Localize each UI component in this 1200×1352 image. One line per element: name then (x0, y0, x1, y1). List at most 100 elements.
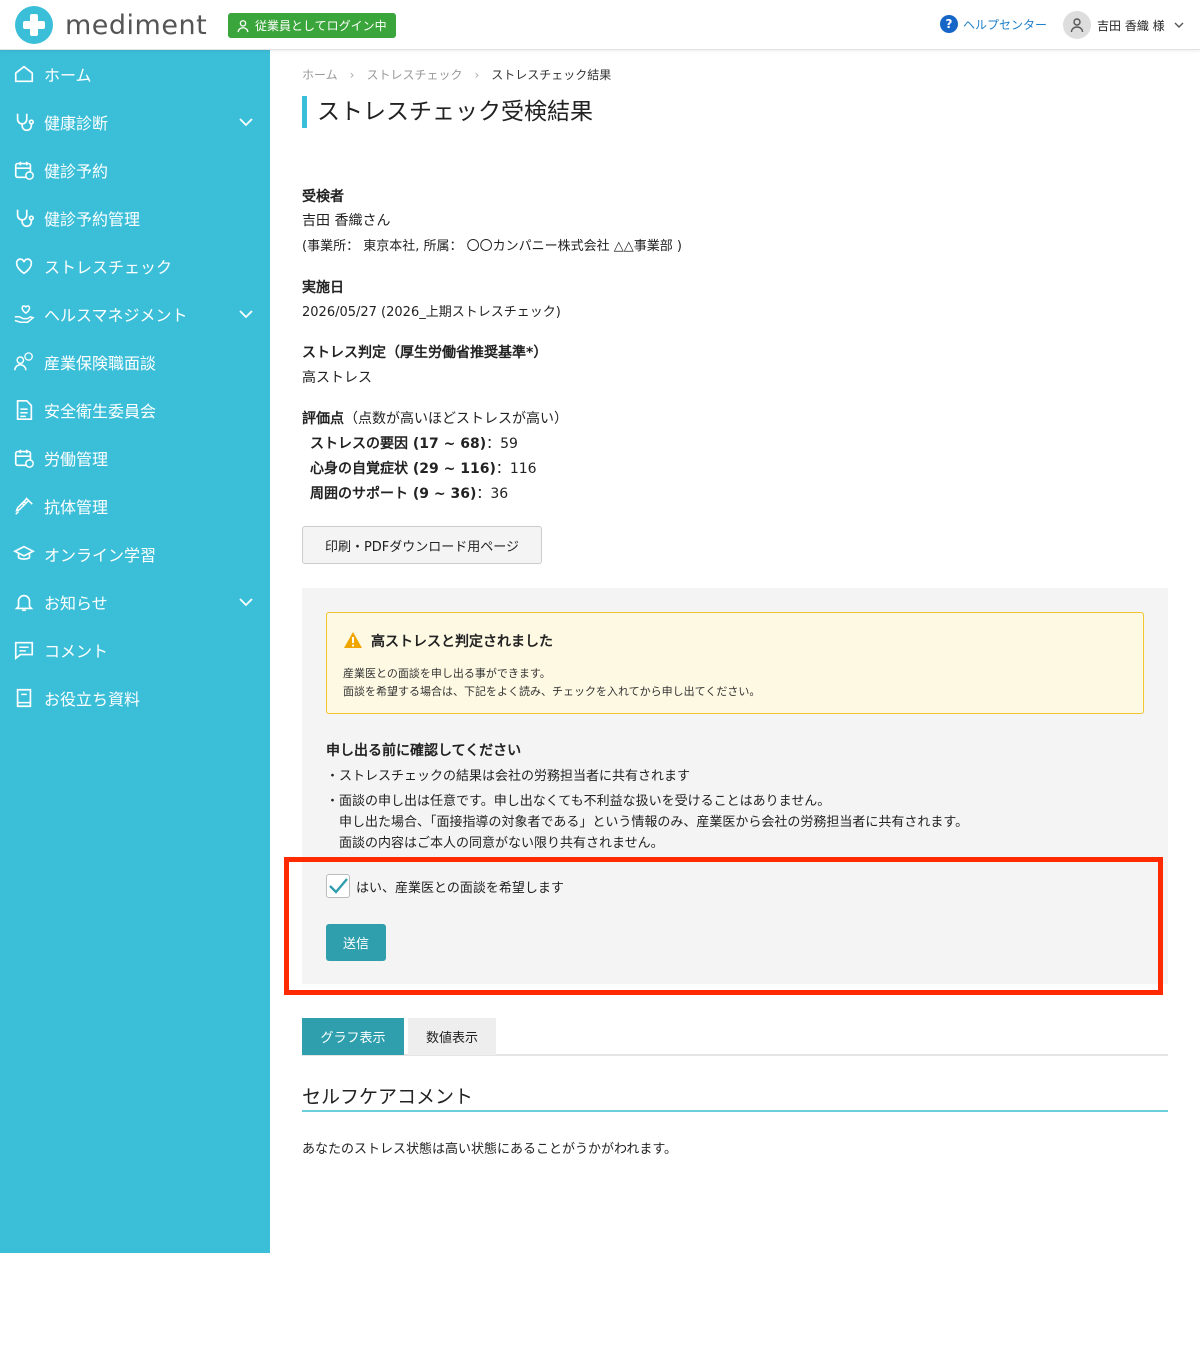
score-support: 周囲のサポート (9 ~ 36)：36 (310, 483, 508, 503)
exam-date-label: 実施日 (302, 280, 344, 296)
warning-icon (344, 632, 362, 648)
high-stress-alert: 高ストレスと判定されました 産業医との面談を申し出る事ができます。 面談を希望す… (326, 612, 1144, 714)
sidebar-item-health-management[interactable]: ヘルスマネジメント (0, 290, 270, 338)
sidebar-item-label: コメント (44, 642, 109, 661)
user-icon (1070, 18, 1084, 33)
sidebar-item-label: 労働管理 (44, 450, 109, 469)
breadcrumb: ホーム › ストレスチェック › ストレスチェック結果 (302, 66, 611, 83)
score-header-note: （点数が高いほどストレスが高い） (344, 411, 568, 427)
sidebar-item-label: 安全衛生委員会 (44, 402, 157, 421)
comment-icon (12, 638, 36, 662)
breadcrumb-stress-check[interactable]: ストレスチェック (366, 66, 462, 83)
chevron-down-icon[interactable] (238, 114, 254, 130)
home-icon (12, 62, 36, 86)
score-stress-factor: ストレスの要因 (17 ~ 68)：59 (310, 433, 518, 453)
score-header: 評価点（点数が高いほどストレスが高い） (302, 408, 568, 428)
calendar-clock-icon (12, 158, 36, 182)
login-status-badge: 従業員としてログイン中 (228, 13, 396, 38)
sidebar-item-label: お知らせ (44, 594, 108, 613)
confirm-line: ・面談の申し出は任意です。申し出なくても不利益な扱いを受けることはありません。 (326, 794, 831, 809)
score-value: ：59 (486, 436, 518, 452)
highlight-annotation (284, 857, 1163, 995)
confirm-title: 申し出る前に確認してください (326, 743, 522, 759)
sidebar-item-safety-committee[interactable]: 安全衛生委員会 (0, 386, 270, 434)
examinee-name: 吉田 香織さん (302, 213, 391, 229)
stethoscope-icon (12, 110, 36, 134)
breadcrumb-chevron-icon: › (349, 67, 355, 82)
sidebar-item-label: 健診予約管理 (44, 210, 141, 229)
person-icon (237, 19, 249, 32)
sidebar-item-label: 産業保険職面談 (44, 354, 157, 373)
exam-date-value: 2026/05/27 (2026_上期ストレスチェック) (302, 305, 561, 320)
sidebar: ホーム 健康診断 健診予約 健診予約管理 ストレスチェック ヘルスマネジメント … (0, 50, 270, 1253)
chevron-down-icon[interactable] (238, 306, 254, 322)
calendar-clock-icon (12, 446, 36, 470)
confirm-line: 面談の内容はご本人の同意がない限り共有されません。 (326, 836, 664, 851)
sidebar-item-occupational-interview[interactable]: 産業保険職面談 (0, 338, 270, 386)
sidebar-item-label: ホーム (44, 66, 92, 85)
selfcare-text: あなたのストレス状態は高い状態にあることがうかがわれます。 (302, 1142, 678, 1157)
examinee-affiliation: (事業所： 東京本社, 所属： 〇〇カンパニー株式会社 △△事業部 ) (302, 239, 682, 254)
score-value: ：36 (476, 486, 509, 502)
alert-title: 高ストレスと判定されました (371, 634, 553, 650)
hand-heart-icon (12, 302, 36, 326)
sidebar-item-label: オンライン学習 (44, 546, 157, 565)
sidebar-item-home[interactable]: ホーム (0, 50, 270, 98)
sidebar-item-resources[interactable]: お役立ち資料 (0, 674, 270, 722)
sidebar-item-health-checkup[interactable]: 健康診断 (0, 98, 270, 146)
graduation-cap-icon (12, 542, 36, 566)
score-name: 周囲のサポート (9 ~ 36) (310, 486, 477, 502)
judgement-label: ストレス判定（厚生労働省推奨基準*） (302, 345, 548, 361)
confirm-line: 申し出た場合、「面接指導の対象者である」という情報のみ、産業医から会社の労務担当… (326, 815, 969, 830)
bell-icon (12, 590, 36, 614)
score-name: 心身の自覚症状 (29 ~ 116) (310, 461, 496, 477)
sidebar-item-label: 抗体管理 (44, 498, 109, 517)
help-center-link[interactable]: ? ヘルプセンター (940, 15, 1047, 33)
confirm-line: ・ストレスチェックの結果は会社の労務担当者に共有されます (326, 769, 691, 784)
page-title: ストレスチェック受検結果 (302, 96, 593, 128)
logo[interactable]: mediment (15, 6, 207, 44)
sidebar-item-reservation-management[interactable]: 健診予約管理 (0, 194, 270, 242)
breadcrumb-home[interactable]: ホーム (302, 66, 338, 83)
sidebar-item-label: 健診予約 (44, 162, 109, 181)
score-symptoms: 心身の自覚症状 (29 ~ 116)：116 (310, 458, 537, 478)
sidebar-item-label: お役立ち資料 (44, 690, 141, 709)
login-status-text: 従業員としてログイン中 (255, 19, 387, 33)
avatar (1063, 11, 1091, 39)
breadcrumb-current: ストレスチェック結果 (491, 68, 612, 82)
sidebar-item-stress-check[interactable]: ストレスチェック (0, 242, 270, 290)
selfcare-title: セルフケアコメント (302, 1082, 1168, 1112)
heart-icon (12, 254, 36, 278)
sidebar-item-checkup-reservation[interactable]: 健診予約 (0, 146, 270, 194)
chevron-down-icon (1174, 22, 1184, 28)
sidebar-item-label: 健康診断 (44, 114, 109, 133)
score-value: ：116 (495, 461, 537, 477)
tab-numeric[interactable]: 数値表示 (408, 1018, 496, 1055)
sidebar-item-label: ヘルスマネジメント (44, 306, 188, 325)
sidebar-item-online-learning[interactable]: オンライン学習 (0, 530, 270, 578)
logo-cross-icon (15, 6, 53, 44)
tab-graph[interactable]: グラフ表示 (302, 1018, 404, 1055)
user-menu[interactable]: 吉田 香織 様 (1063, 11, 1185, 39)
sidebar-item-label: ストレスチェック (44, 258, 173, 277)
sidebar-item-notifications[interactable]: お知らせ (0, 578, 270, 626)
syringe-icon (12, 494, 36, 518)
help-center-label: ヘルプセンター (963, 17, 1048, 32)
user-name: 吉田 香織 様 (1097, 18, 1165, 33)
examinee-label: 受検者 (302, 189, 344, 205)
logo-text: mediment (65, 9, 208, 41)
result-view-tabs: グラフ表示 数値表示 (302, 1018, 1168, 1056)
score-header-label: 評価点 (302, 411, 344, 427)
sidebar-item-labor-management[interactable]: 労働管理 (0, 434, 270, 482)
alert-text-1: 産業医との面談を申し出る事ができます。 (343, 667, 551, 680)
print-pdf-button[interactable]: 印刷・PDFダウンロード用ページ (302, 526, 542, 564)
score-name: ストレスの要因 (17 ~ 68) (310, 436, 487, 452)
top-header: mediment 従業員としてログイン中 ? ヘルプセンター 吉田 香織 様 (0, 0, 1200, 50)
book-icon (12, 686, 36, 710)
judgement-value: 高ストレス (302, 370, 372, 386)
chevron-down-icon[interactable] (238, 594, 254, 610)
alert-text-2: 面談を希望する場合は、下記をよく読み、チェックを入れてから申し出てください。 (343, 685, 761, 698)
breadcrumb-chevron-icon: › (474, 67, 480, 82)
sidebar-item-antibody-management[interactable]: 抗体管理 (0, 482, 270, 530)
sidebar-item-comments[interactable]: コメント (0, 626, 270, 674)
